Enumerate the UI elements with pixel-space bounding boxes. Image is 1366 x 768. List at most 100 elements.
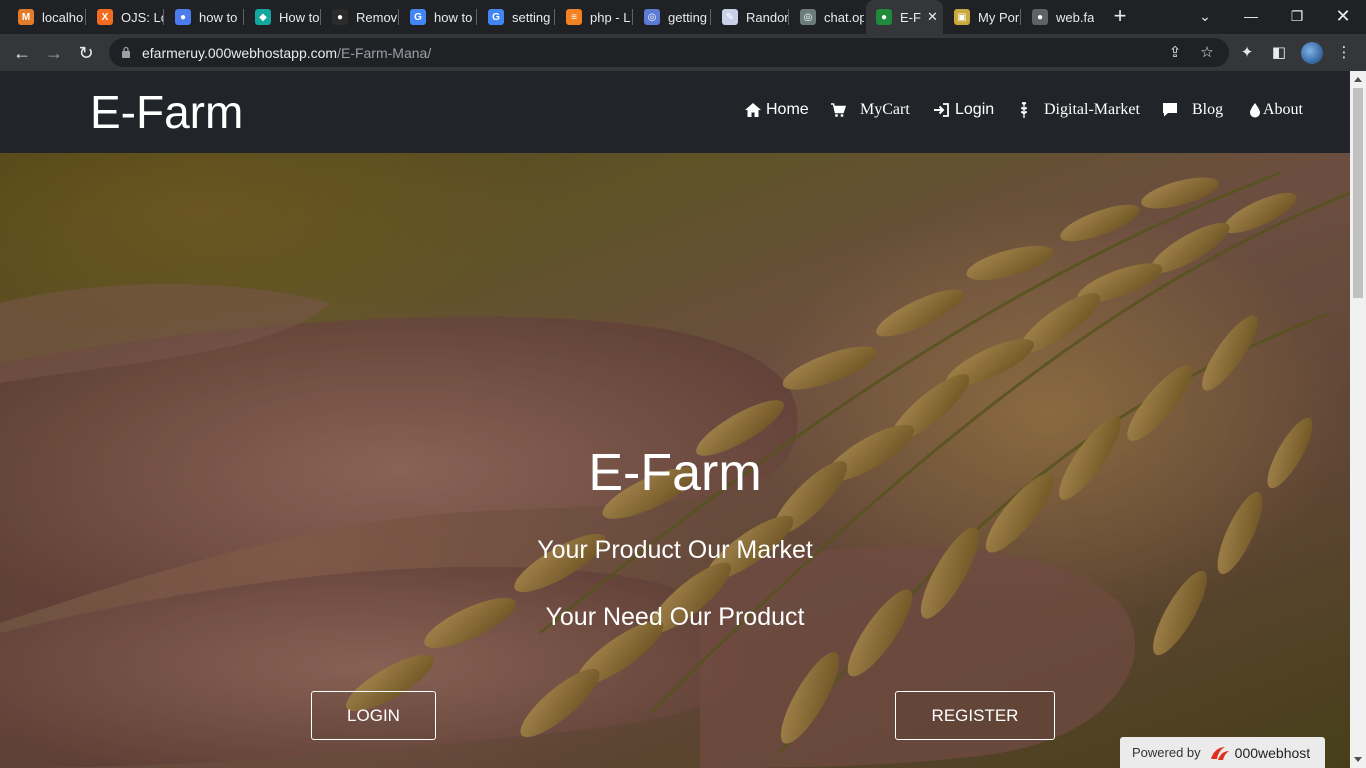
page-scrollbar[interactable] [1350,71,1366,768]
nav-blog-label: Blog [1192,101,1224,118]
reload-icon[interactable]: ↻ [73,40,99,66]
tab-favicon-icon: ● [1032,9,1048,25]
tab-active[interactable]: ● E-F ✕ [866,0,943,34]
tab-separator [320,9,321,25]
new-tab-button[interactable]: + [1108,5,1132,29]
nav-digital-market[interactable]: Digital-Market [1018,101,1140,119]
browser-tab[interactable]: Ghow to [400,4,476,30]
tab-favicon-icon: ◎ [644,9,660,25]
scrollbar-thumb[interactable] [1353,88,1363,298]
webhost-logo-icon [1210,746,1229,760]
tab-separator [163,9,164,25]
powered-by-badge[interactable]: Powered by 000webhost [1120,737,1325,768]
tab-favicon-icon: ≡ [566,9,582,25]
menu-icon[interactable]: ⋮ [1333,42,1355,64]
tab-favicon-icon: G [488,9,504,25]
browser-tab[interactable]: Gsetting [478,4,554,30]
tab-favicon-icon: G [410,9,426,25]
tab-title: My Por [978,9,1020,25]
tab-title: how to [434,9,473,25]
site-navbar: E-Farm Home MyCart Login Digital-Market … [0,71,1350,153]
tab-title: E-F [900,9,921,25]
url-text: efarmeruy.000webhostapp.com/E-Farm-Mana/ [142,45,431,61]
side-panel-icon[interactable]: ◧ [1268,42,1290,64]
browser-tab[interactable]: ● how to [165,4,243,30]
page-viewport: E-Farm Home MyCart Login Digital-Market … [0,71,1350,768]
tab-close-icon[interactable]: ✕ [927,9,938,25]
tab-separator [476,9,477,25]
tab-title: Remov [356,9,398,25]
nav-mycart[interactable]: MyCart [830,101,910,119]
browser-tab[interactable]: ≡ php - L [556,4,632,30]
tab-favicon-icon: M [18,9,34,25]
close-window-icon[interactable]: ✕ [1331,4,1355,28]
hero-login-button[interactable]: LOGIN [311,691,436,740]
tab-favicon-icon: ◎ [800,9,816,25]
browser-tab[interactable]: ◎ chat.op [790,4,864,30]
bookmark-star-icon[interactable]: ☆ [1197,43,1217,63]
hero-subtitle-2: Your Need Our Product [545,603,805,631]
tab-title: OJS: Lo [121,9,163,25]
tab-separator [1020,9,1021,25]
nav-home[interactable]: Home [744,101,809,119]
tab-favicon-icon: ✎ [722,9,738,25]
tab-title: setting [512,9,551,25]
browser-toolbar: ← → ↻ efarmeruy.000webhostapp.com/E-Farm… [0,34,1366,71]
nav-login[interactable]: Login [933,101,994,119]
back-icon[interactable]: ← [9,40,35,66]
tab-favicon-icon: ▣ [954,9,970,25]
hero-register-button[interactable]: REGISTER [895,691,1055,740]
site-brand[interactable]: E-Farm [90,85,243,139]
tab-title: php - L [590,9,631,25]
tab-search-icon[interactable]: ⌄ [1193,4,1217,28]
tab-separator [398,9,399,25]
tab-favicon-icon: X [97,9,113,25]
tab-favicon-icon: ● [175,9,191,25]
hero-subtitle-1: Your Product Our Market [537,536,813,564]
tab-favicon-icon: ● [876,9,892,25]
share-icon[interactable]: ⇪ [1165,43,1185,63]
browser-tab[interactable]: X OJS: Lo [87,4,163,30]
tab-title: getting [668,9,708,25]
tab-separator [554,9,555,25]
scroll-up-icon[interactable] [1354,77,1362,82]
browser-tab[interactable]: ▣ My Por [944,4,1020,30]
comment-icon [1163,103,1177,117]
tab-separator [632,9,633,25]
tab-title: How to [279,9,320,25]
browser-tab[interactable]: ✎ Randor [712,4,788,30]
tab-title: web.fa [1056,9,1095,25]
home-icon [745,103,761,117]
tab-title: how to [199,9,238,25]
address-bar[interactable]: efarmeruy.000webhostapp.com/E-Farm-Mana/… [109,38,1229,67]
browser-tab[interactable]: ● web.fa [1022,4,1096,30]
nav-about[interactable]: About [1249,101,1303,119]
hero-banner: E-Farm Your Product Our Market Your Need… [0,153,1350,768]
scroll-down-icon[interactable] [1354,757,1362,762]
hero-title: E-Farm [588,444,762,502]
restore-icon[interactable]: ❐ [1285,4,1309,28]
cart-icon [831,103,846,117]
tab-separator [710,9,711,25]
browser-tab[interactable]: ◎ getting [634,4,710,30]
minimize-icon[interactable]: — [1239,4,1263,28]
extensions-icon[interactable]: ✦ [1236,42,1258,64]
lock-icon [122,46,130,58]
tab-separator [243,9,244,25]
forward-icon[interactable]: → [41,40,67,66]
nav-about-label: About [1263,101,1303,118]
url-path: /E-Farm-Mana/ [337,45,432,61]
powered-by-label: Powered by [1132,745,1201,760]
nav-home-label: Home [766,101,809,118]
profile-avatar[interactable] [1301,42,1323,64]
browser-tab[interactable]: ● Remov [322,4,398,30]
browser-tab[interactable]: ◆ How to [245,4,320,30]
tab-title: localho [42,9,84,25]
nav-blog[interactable]: Blog [1162,101,1223,119]
browser-tab[interactable]: Mlocalho [8,4,85,30]
nav-digital-market-label: Digital-Market [1044,101,1140,118]
nav-login-label: Login [955,101,995,118]
tab-favicon-icon: ● [332,9,348,25]
tab-favicon-icon: ◆ [255,9,271,25]
tab-strip: MlocalhoXOJS: Lo●how to◆How to●RemovGhow… [0,0,1366,34]
